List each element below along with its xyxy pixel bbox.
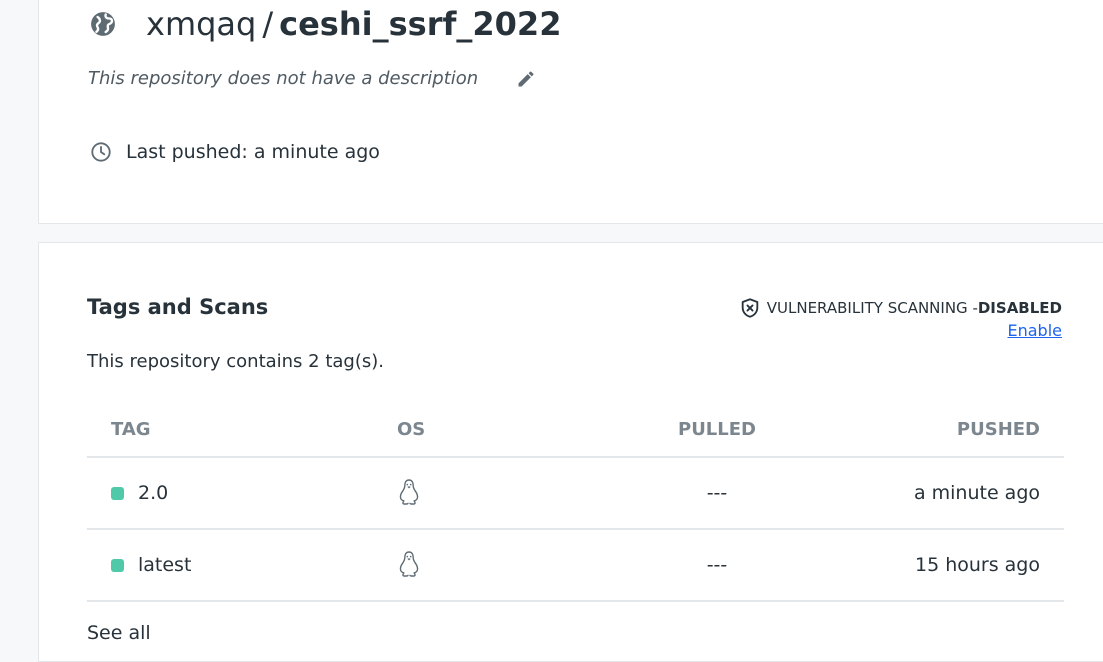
tags-heading: Tags and Scans [87, 295, 269, 319]
repository-owner[interactable]: xmqaq [146, 4, 256, 44]
vulnerability-label: VULNERABILITY SCANNING - [766, 299, 978, 317]
os-cell [367, 550, 627, 580]
repository-summary-card: xmqaq / ceshi_ssrf_2022 This repository … [38, 0, 1103, 224]
tags-and-scans-card: Tags and Scans VULNERABILITY SCANNING - … [38, 242, 1103, 662]
tag-cell[interactable]: latest [87, 554, 367, 576]
repository-title: xmqaq / ceshi_ssrf_2022 [90, 4, 561, 44]
vulnerability-status: DISABLED [977, 299, 1062, 317]
globe-icon [90, 11, 116, 37]
tag-status-dot [111, 486, 124, 500]
table-row[interactable]: latest --- 15 hours ago [87, 530, 1064, 602]
tag-cell[interactable]: 2.0 [87, 482, 367, 504]
tag-status-dot [111, 558, 124, 572]
column-header-os: OS [397, 419, 426, 440]
table-row[interactable]: 2.0 --- a minute ago [87, 458, 1064, 530]
shield-x-icon [739, 297, 761, 319]
last-pushed-row: Last pushed: a minute ago [90, 141, 380, 163]
description-row: This repository does not have a descript… [88, 68, 536, 89]
column-header-pushed[interactable]: PUSHED [807, 419, 1064, 440]
table-header: TAG OS PULLED PUSHED [87, 403, 1064, 458]
column-header-pulled[interactable]: PULLED [627, 419, 807, 440]
linux-icon [397, 478, 423, 508]
pulled-cell: --- [706, 482, 728, 504]
repository-description: This repository does not have a descript… [88, 68, 479, 89]
tag-name[interactable]: 2.0 [138, 482, 168, 504]
repository-name: ceshi_ssrf_2022 [279, 5, 562, 43]
pulled-cell: --- [706, 554, 728, 576]
pushed-cell: a minute ago [913, 482, 1040, 504]
vulnerability-scanning-status: VULNERABILITY SCANNING - DISABLED Enable [739, 297, 1062, 340]
enable-scanning-link[interactable]: Enable [1008, 321, 1063, 340]
pushed-cell: 15 hours ago [914, 554, 1040, 576]
tag-count-text: This repository contains 2 tag(s). [87, 351, 384, 372]
pencil-icon[interactable] [516, 69, 536, 89]
column-header-tag[interactable]: TAG [87, 419, 367, 440]
clock-icon [90, 141, 112, 163]
os-cell [367, 478, 627, 508]
title-separator: / [262, 5, 274, 43]
last-pushed-text: Last pushed: a minute ago [126, 141, 380, 163]
tag-name[interactable]: latest [138, 554, 191, 576]
tags-table: TAG OS PULLED PUSHED 2.0 --- a minute ag… [87, 403, 1064, 602]
linux-icon [397, 550, 423, 580]
